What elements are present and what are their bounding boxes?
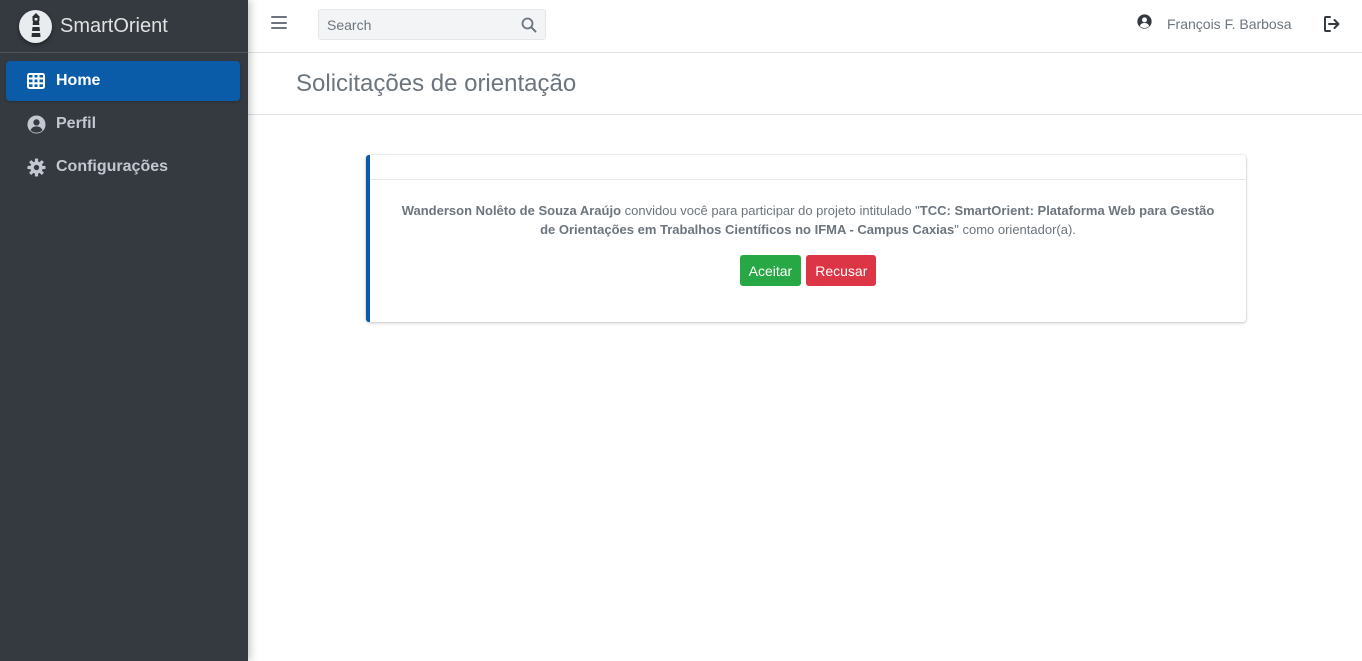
logout-icon[interactable] — [1323, 15, 1341, 33]
brand[interactable]: SmartOrient — [0, 0, 248, 53]
message-text-invited: convidou você para participar do projeto… — [621, 203, 920, 218]
sidebar-item-label: Perfil — [56, 115, 97, 132]
card-header — [370, 155, 1246, 180]
sidebar-item-configuracoes[interactable]: Configurações — [6, 147, 240, 187]
sidebar-nav: Home Perfil Configurações — [0, 53, 248, 187]
page-title: Solicitações de orientação — [296, 70, 577, 97]
search-icon[interactable] — [521, 17, 537, 33]
message-text-role: " como orientador(a). — [954, 222, 1076, 237]
sidebar-item-home[interactable]: Home — [6, 61, 240, 101]
refuse-button[interactable]: Recusar — [806, 255, 877, 286]
menu-toggle-icon[interactable] — [271, 16, 287, 30]
search-box — [318, 9, 546, 40]
search-input[interactable] — [319, 16, 509, 33]
brand-name: SmartOrient — [60, 14, 168, 37]
top-navbar: François F. Barbosa — [248, 0, 1362, 53]
request-actions: Aceitar Recusar — [394, 255, 1222, 286]
user-circle-icon — [1137, 14, 1152, 34]
gear-icon — [26, 157, 46, 177]
sidebar-item-label: Home — [56, 72, 101, 89]
sidebar: SmartOrient Home Perfil Configurações — [0, 0, 248, 661]
requester-name: Wanderson Nolêto de Souza Araújo — [401, 203, 622, 218]
request-message: Wanderson Nolêto de Souza Araújo convido… — [394, 201, 1222, 239]
user-name: François F. Barbosa — [1167, 16, 1292, 32]
lighthouse-logo — [19, 9, 52, 43]
orientation-request-card: Wanderson Nolêto de Souza Araújo convido… — [366, 155, 1246, 322]
accept-button[interactable]: Aceitar — [739, 255, 802, 286]
content-header: Solicitações de orientação — [248, 53, 1362, 115]
card-body: Wanderson Nolêto de Souza Araújo convido… — [370, 180, 1246, 286]
sidebar-item-label: Configurações — [56, 158, 169, 175]
sidebar-item-perfil[interactable]: Perfil — [6, 104, 240, 144]
user-circle-icon — [26, 114, 46, 134]
table-icon — [26, 71, 46, 91]
user-menu[interactable]: François F. Barbosa — [1137, 14, 1292, 34]
